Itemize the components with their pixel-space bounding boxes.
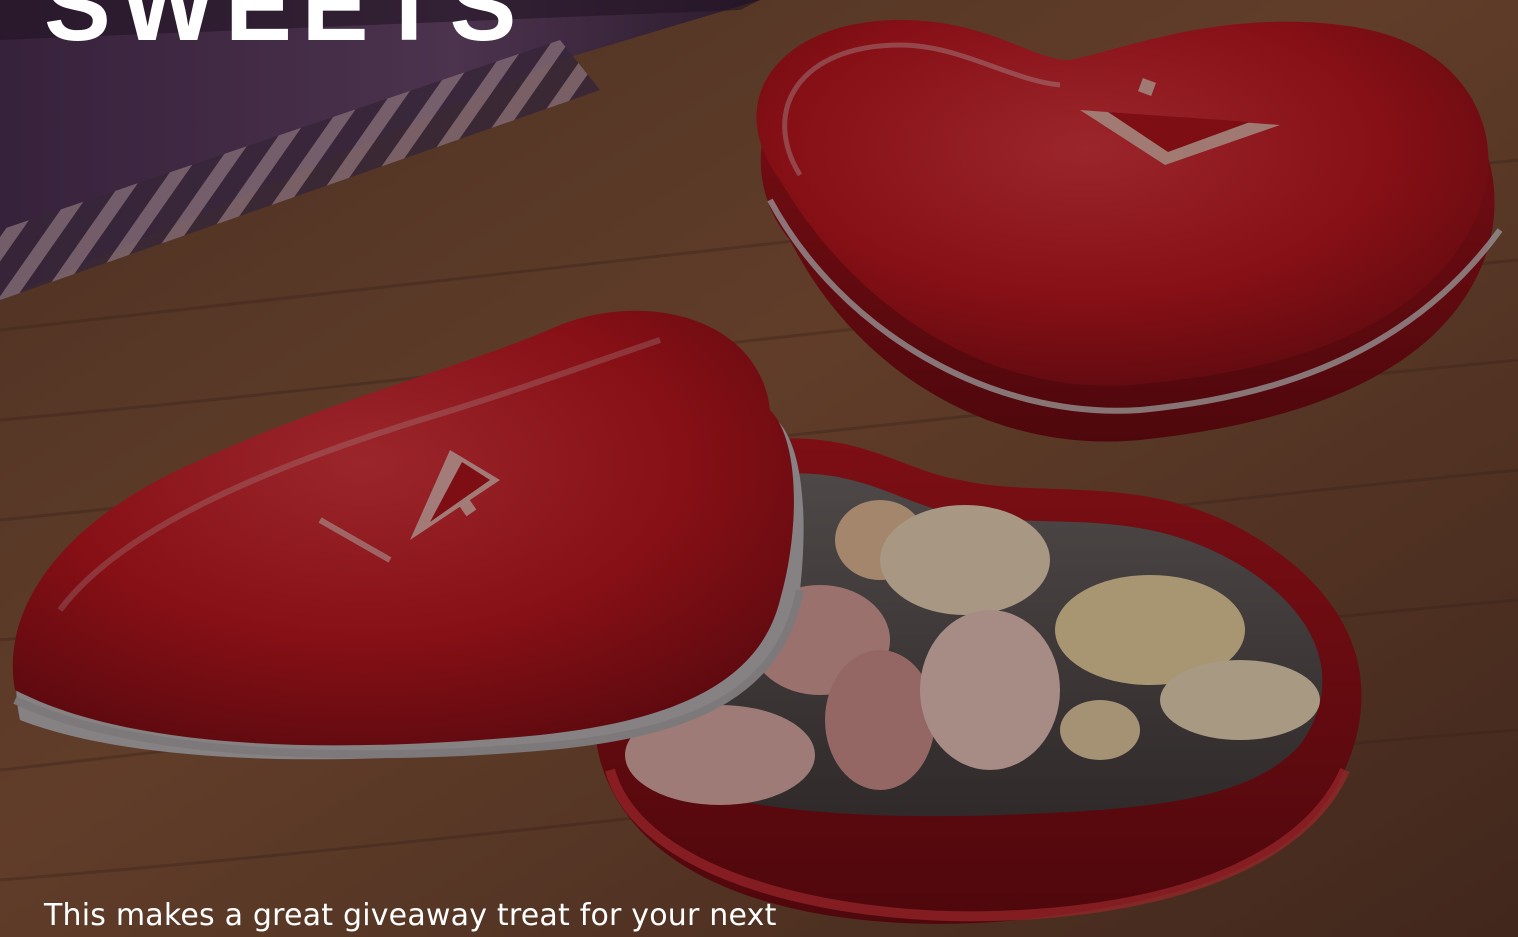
hero-banner: SWEETS This makes a great giveaway treat… bbox=[0, 0, 1518, 937]
hero-title: SWEETS bbox=[44, 0, 527, 62]
hero-background-image bbox=[0, 0, 1518, 937]
hero-description: This makes a great giveaway treat for yo… bbox=[44, 898, 777, 933]
